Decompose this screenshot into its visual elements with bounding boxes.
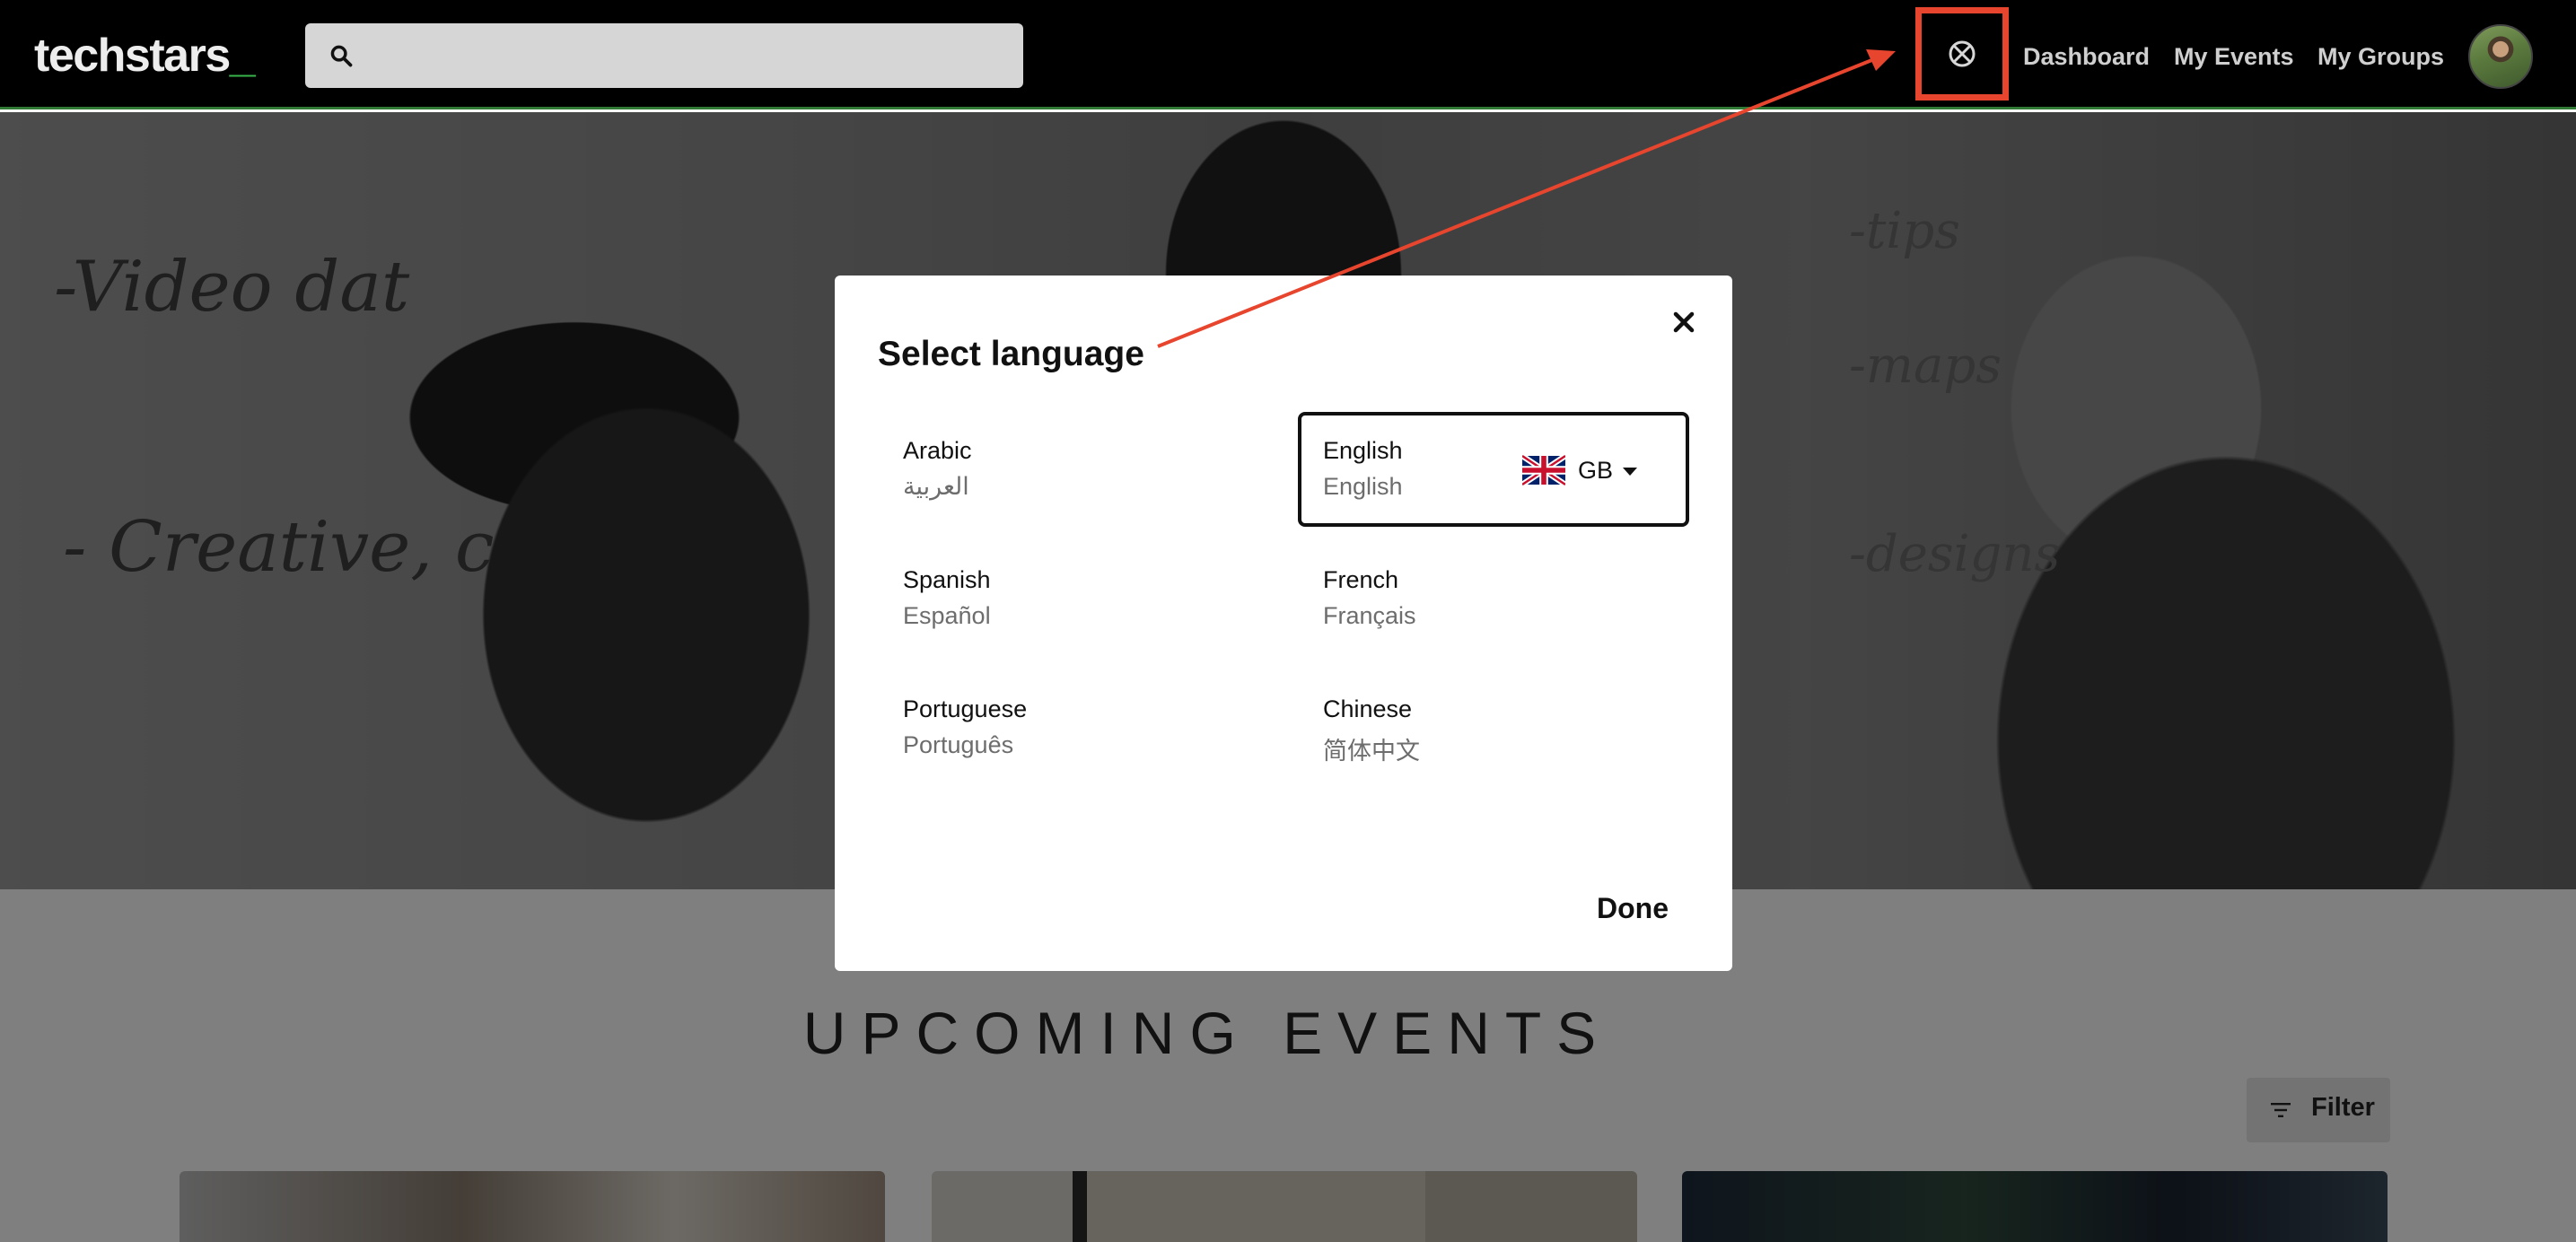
logo-accent: _ xyxy=(229,30,256,82)
uk-flag-icon xyxy=(1522,455,1565,485)
language-option-portuguese[interactable]: Portuguese Português xyxy=(878,670,1269,785)
nav-link-my-events[interactable]: My Events xyxy=(2174,39,2294,74)
select-language-modal: Select language Arabic العربية English E… xyxy=(835,276,1732,971)
search-icon xyxy=(330,45,353,67)
language-native-name: العربية xyxy=(903,473,969,500)
language-option-spanish[interactable]: Spanish Español xyxy=(878,541,1269,656)
language-native-name: Español xyxy=(903,602,991,629)
language-name: Chinese xyxy=(1323,695,1413,722)
language-name: Arabic xyxy=(903,437,972,464)
techstars-logo[interactable]: techstars_ xyxy=(34,23,256,88)
language-native-name: Français xyxy=(1323,602,1416,629)
language-globe-icon xyxy=(1949,40,1976,67)
language-option-arabic[interactable]: Arabic العربية xyxy=(878,412,1269,527)
language-name: French xyxy=(1323,566,1399,593)
logo-text: techstars xyxy=(34,30,231,82)
search-input[interactable] xyxy=(368,23,1005,88)
language-native-name: 简体中文 xyxy=(1323,738,1420,765)
language-name: Spanish xyxy=(903,566,991,593)
language-native-name: Português xyxy=(903,731,1014,758)
region-dropdown[interactable]: GB xyxy=(1522,451,1657,491)
chevron-down-icon xyxy=(1623,468,1637,476)
language-option-english[interactable]: English English GB xyxy=(1298,412,1689,527)
language-name: Portuguese xyxy=(903,695,1028,722)
language-native-name: English xyxy=(1323,473,1403,500)
user-avatar[interactable] xyxy=(2468,24,2533,89)
nav-link-my-groups[interactable]: My Groups xyxy=(2318,39,2444,74)
close-icon xyxy=(1673,311,1695,333)
done-button[interactable]: Done xyxy=(1574,879,1691,938)
language-option-chinese[interactable]: Chinese 简体中文 xyxy=(1298,670,1689,785)
region-code: GB xyxy=(1578,457,1614,484)
close-button[interactable] xyxy=(1664,302,1704,342)
search-bar[interactable] xyxy=(305,23,1023,88)
language-name: English xyxy=(1323,437,1403,464)
language-button[interactable] xyxy=(1915,7,2009,101)
language-option-french[interactable]: French Français xyxy=(1298,541,1689,656)
nav-link-dashboard[interactable]: Dashboard xyxy=(2023,39,2150,74)
modal-title: Select language xyxy=(878,335,1144,373)
page-root: -Video dat - Creative, c -tips -maps -de… xyxy=(0,0,2576,1242)
top-navbar: techstars_ Dashboard My Events My Groups xyxy=(0,0,2576,109)
